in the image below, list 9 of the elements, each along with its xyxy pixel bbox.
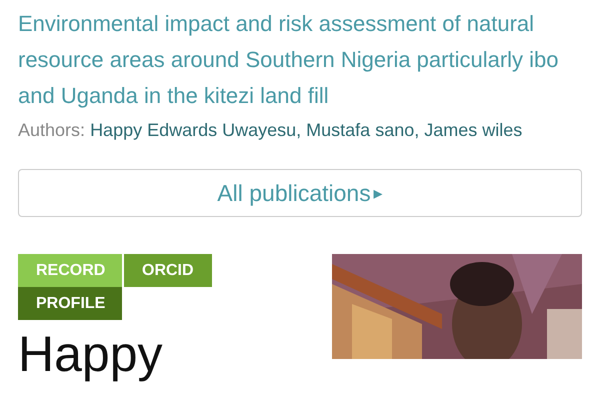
caret-icon: ▸: [374, 182, 383, 204]
author-names: Happy Edwards Uwayesu, Mustafa sano, James wiles: [90, 120, 522, 140]
authors-label: Authors:: [18, 120, 86, 140]
profile-name: Happy: [18, 325, 164, 384]
profile-tag[interactable]: RECORD: [18, 254, 122, 287]
profile-tag[interactable]: ORCID: [124, 254, 212, 287]
all-publications-button[interactable]: All publications▸: [18, 169, 582, 217]
publication-title-link[interactable]: Environmental impact and risk assessment of natural resource areas around Southern Nigeria particularly ibo and Uganda in the kitezi land fill: [18, 6, 582, 114]
profile-tag[interactable]: PROFILE: [18, 287, 122, 320]
